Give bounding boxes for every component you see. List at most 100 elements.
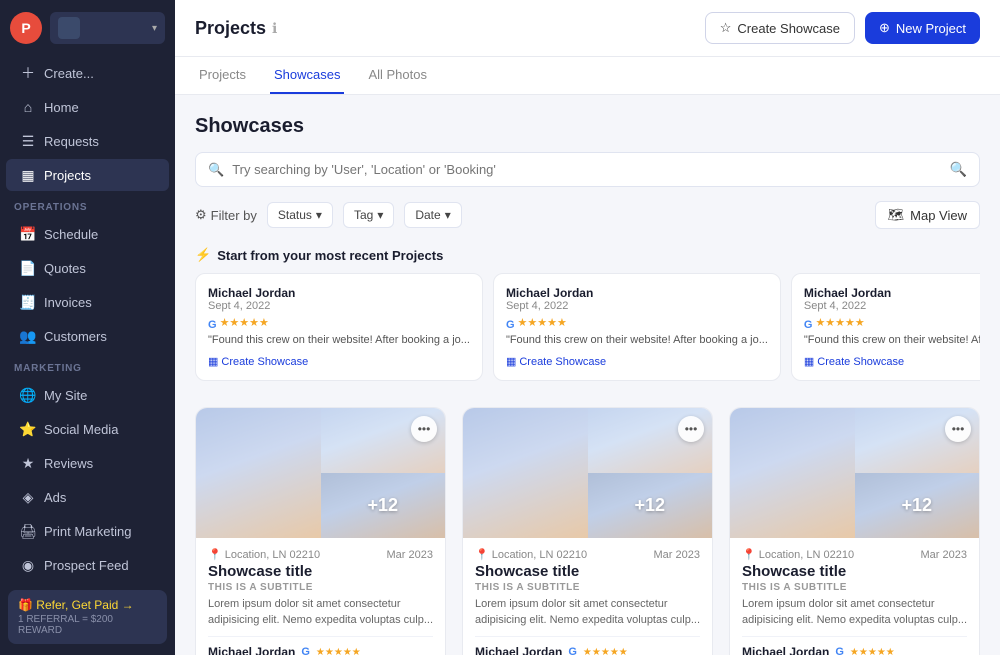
sc-review-stars: ★★★★★: [583, 647, 628, 655]
new-project-button[interactable]: ⊕ New Project: [865, 12, 980, 44]
sidebar-item-invoices[interactable]: 🧾 Invoices: [6, 286, 169, 318]
rc-stars: ★★★★★: [518, 316, 567, 329]
mysite-icon: 🌐: [20, 387, 36, 403]
filter-icon: ⚙: [195, 207, 207, 223]
invoices-icon: 🧾: [20, 294, 36, 310]
rc-date: Sept 4, 2022: [804, 300, 980, 312]
search-input[interactable]: [232, 162, 941, 177]
showcase-icon: ▦: [804, 355, 814, 368]
sc-meta: 📍 Location, LN 02210 Mar 2023: [475, 548, 700, 561]
sidebar-item-schedule[interactable]: 📅 Schedule: [6, 218, 169, 250]
showcase-icon: ▦: [506, 355, 516, 368]
rc-create-showcase[interactable]: ▦ Create Showcase: [804, 355, 980, 368]
sc-reviewer: Michael Jordan G ★★★★★ "Lorem ipsum dolo…: [742, 636, 967, 655]
showcase-card: +12 ••• 📍 Location, LN 02210 Mar 2023 Sh…: [729, 407, 980, 655]
pin-icon: 📍: [208, 548, 222, 561]
sidebar-item-customers[interactable]: 👥 Customers: [6, 320, 169, 352]
sc-title: Showcase title: [475, 563, 700, 580]
sc-location: Location, LN 02210: [492, 549, 587, 561]
reviews-icon: ★: [20, 455, 36, 471]
showcase-card: +12 ••• 📍 Location, LN 02210 Mar 2023 Sh…: [195, 407, 446, 655]
sc-count: +12: [634, 495, 665, 516]
chevron-down-icon: ▾: [445, 208, 451, 222]
map-view-button[interactable]: 🗺 Map View: [875, 201, 980, 229]
sc-body: 📍 Location, LN 02210 Mar 2023 Showcase t…: [463, 538, 712, 655]
sidebar-item-mysite[interactable]: 🌐 My Site: [6, 379, 169, 411]
sidebar-item-quotes[interactable]: 📄 Quotes: [6, 252, 169, 284]
star-icon: ☆: [720, 20, 732, 36]
sc-count: +12: [901, 495, 932, 516]
sidebar-item-home[interactable]: ⌂ Home: [6, 91, 169, 123]
sidebar-item-print[interactable]: 🖨 Print Marketing: [6, 515, 169, 547]
home-icon: ⌂: [20, 99, 36, 115]
rc-create-showcase[interactable]: ▦ Create Showcase: [208, 355, 470, 368]
social-icon: ⭐: [20, 421, 36, 437]
sidebar-item-label: Customers: [44, 329, 107, 344]
pin-icon: 📍: [475, 548, 489, 561]
sc-reviewer-info: Michael Jordan G ★★★★★ "Lorem ipsum dolo…: [742, 645, 967, 655]
company-icon: [58, 17, 80, 39]
sc-count-overlay: +12: [588, 473, 713, 538]
google-icon: G: [301, 646, 310, 655]
sidebar-item-create[interactable]: ＋ Create...: [6, 57, 169, 89]
sc-reviewer: Michael Jordan G ★★★★★ "Lorem ipsum dolo…: [208, 636, 433, 655]
sc-date: Mar 2023: [921, 549, 967, 561]
sc-body: 📍 Location, LN 02210 Mar 2023 Showcase t…: [730, 538, 979, 655]
plus-icon: ＋: [20, 65, 36, 81]
showcase-grid: +12 ••• 📍 Location, LN 02210 Mar 2023 Sh…: [195, 407, 980, 655]
sc-images: +12 •••: [196, 408, 445, 538]
sidebar-item-prospect-feed[interactable]: ◉ Prospect Feed: [6, 549, 169, 581]
topbar: Projects ℹ ☆ Create Showcase ⊕ New Proje…: [175, 0, 1000, 57]
search-right-icon: 🔍: [950, 161, 967, 178]
sc-desc: Lorem ipsum dolor sit amet consectetur a…: [475, 597, 700, 628]
company-switcher[interactable]: ▾: [50, 12, 165, 44]
rc-create-showcase[interactable]: ▦ Create Showcase: [506, 355, 768, 368]
sidebar-item-label: Ads: [44, 490, 66, 505]
prospect-icon: ◉: [20, 557, 36, 573]
sc-reviewer: Michael Jordan G ★★★★★ "Lorem ipsum dolo…: [475, 636, 700, 655]
ads-icon: ◈: [20, 489, 36, 505]
recent-card: Michael Jordan Sept 4, 2022 G ★★★★★ "Fou…: [791, 273, 980, 381]
create-showcase-button[interactable]: ☆ Create Showcase: [705, 12, 855, 44]
recent-projects-list: Michael Jordan Sept 4, 2022 G ★★★★★ "Fou…: [195, 273, 980, 387]
tab-all-photos[interactable]: All Photos: [364, 57, 431, 94]
sidebar-item-label: Requests: [44, 134, 99, 149]
sc-date: Mar 2023: [654, 549, 700, 561]
sidebar-bottom: 🎁 Refer, Get Paid → 1 REFERRAL = $200 RE…: [0, 582, 175, 655]
refer-box[interactable]: 🎁 Refer, Get Paid → 1 REFERRAL = $200 RE…: [8, 590, 167, 644]
content-area: Showcases 🔍 🔍 ⚙ Filter by Status ▾ Tag ▾…: [175, 95, 1000, 655]
sidebar-item-label: My Site: [44, 388, 87, 403]
filter-status-button[interactable]: Status ▾: [267, 202, 333, 228]
sc-reviewer-info: Michael Jordan G ★★★★★ "Lorem ipsum dolo…: [208, 645, 433, 655]
rc-name: Michael Jordan: [506, 286, 768, 300]
sidebar-item-label: Reviews: [44, 456, 93, 471]
sidebar-item-reviews[interactable]: ★ Reviews: [6, 447, 169, 479]
sidebar-item-projects[interactable]: ▦ Projects: [6, 159, 169, 191]
rc-stars: ★★★★★: [815, 316, 864, 329]
app-logo: P: [10, 12, 42, 44]
sidebar-item-requests[interactable]: ☰ Requests: [6, 125, 169, 157]
tab-showcases[interactable]: Showcases: [270, 57, 344, 94]
sc-title: Showcase title: [742, 563, 967, 580]
sidebar-item-ads[interactable]: ◈ Ads: [6, 481, 169, 513]
rc-quote: "Found this crew on their website! After…: [506, 333, 768, 347]
showcase-card: +12 ••• 📍 Location, LN 02210 Mar 2023 Sh…: [462, 407, 713, 655]
sidebar-item-label: Create...: [44, 66, 94, 81]
print-icon: 🖨: [20, 523, 36, 539]
sc-main-image: [196, 408, 321, 538]
sc-date: Mar 2023: [387, 549, 433, 561]
sidebar-item-social[interactable]: ⭐ Social Media: [6, 413, 169, 445]
tab-projects[interactable]: Projects: [195, 57, 250, 94]
filter-date-button[interactable]: Date ▾: [404, 202, 461, 228]
recent-card: Michael Jordan Sept 4, 2022 G ★★★★★ "Fou…: [493, 273, 781, 381]
sidebar-item-label: Schedule: [44, 227, 98, 242]
lightning-icon: ⚡: [195, 247, 211, 263]
filter-tag-button[interactable]: Tag ▾: [343, 202, 394, 228]
sc-images: +12 •••: [463, 408, 712, 538]
pin-icon: 📍: [742, 548, 756, 561]
sc-reviewer-name: Michael Jordan: [208, 645, 295, 655]
requests-icon: ☰: [20, 133, 36, 149]
sc-main-image: [463, 408, 588, 538]
sc-subtitle: THIS IS A SUBTITLE: [208, 582, 433, 593]
rc-quote: "Found this crew on their website! After…: [208, 333, 470, 347]
